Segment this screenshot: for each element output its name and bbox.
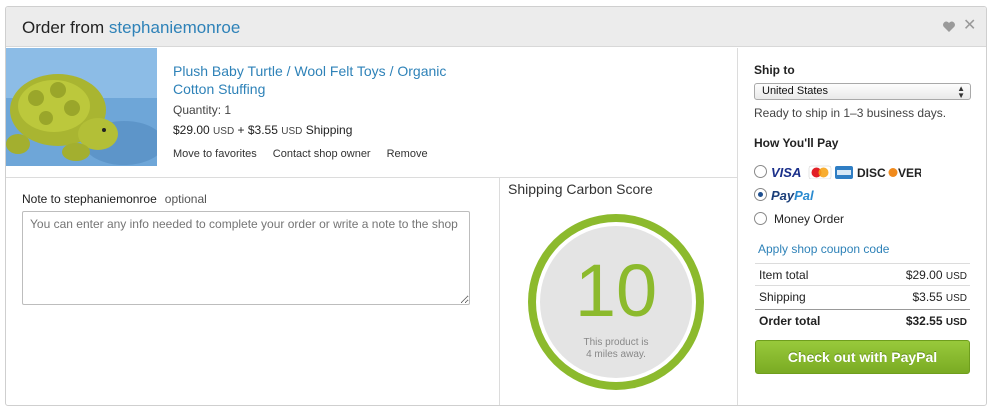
note-label: Note to stephaniemonroe optional [22, 192, 207, 206]
carbon-caption-line1: This product is [583, 337, 649, 348]
order-total-row: Order total $32.55 USD [755, 309, 970, 331]
credit-cards-icon: VISA DISC VER [771, 165, 921, 179]
checkout-sidebar: Ship to United States ▲ ▼ Ready to ship in… [737, 48, 986, 405]
item-price-currency: USD [213, 126, 235, 137]
item-total-value-cell: $29.00 USD [906, 268, 967, 282]
svg-text:VER: VER [898, 166, 921, 179]
order-title: Order from stephaniemonroe [22, 18, 240, 38]
carbon-caption-line2: 4 miles away. [586, 349, 646, 360]
order-total-currency: USD [945, 317, 967, 328]
paypal-logo-pal: Pal [794, 188, 814, 203]
heart-icon[interactable] [942, 20, 956, 34]
item-shipping-price: $3.55 [247, 123, 278, 137]
shipping-total-label: Shipping [759, 290, 806, 304]
paypal-logo: PayPal [771, 188, 814, 203]
money-order-label: Money Order [774, 212, 845, 226]
carbon-score-caption: This product is 4 miles away. [526, 337, 706, 361]
order-header: Order from stephaniemonroe ✕ [6, 7, 986, 47]
price-plus: + [234, 123, 248, 137]
shipping-total-value-cell: $3.55 USD [913, 290, 968, 304]
carbon-score-title: Shipping Carbon Score [508, 181, 653, 197]
item-total-label: Item total [759, 268, 809, 282]
ship-to-country-value: United States [762, 85, 829, 97]
select-arrows-icon: ▲ ▼ [957, 84, 965, 100]
ship-to-label: Ship to [754, 63, 795, 77]
order-total-value-cell: $32.55 USD [906, 314, 967, 328]
carbon-score-value: 10 [574, 249, 658, 332]
close-icon[interactable]: ✕ [963, 18, 976, 34]
note-optional-label: optional [164, 192, 207, 206]
item-actions: Move to favorites Contact shop owner Remov… [173, 148, 444, 160]
order-total-value: $32.55 [905, 314, 943, 328]
checkout-with-paypal-button[interactable]: Check out with PayPal [755, 340, 970, 374]
shipping-total-currency: USD [945, 293, 967, 304]
paypal-logo-pay: Pay [771, 188, 795, 203]
svg-text:VISA: VISA [771, 165, 801, 179]
apply-coupon-link[interactable]: Apply shop coupon code [758, 242, 889, 256]
item-divider [6, 177, 737, 178]
order-total-label: Order total [759, 314, 821, 328]
payment-label: How You'll Pay [754, 136, 839, 150]
item-total-value: $29.00 [905, 268, 943, 282]
money-order-radio[interactable] [754, 212, 767, 225]
item-total-row: Item total $29.00 USD [755, 263, 970, 285]
remove-item-link[interactable]: Remove [387, 148, 428, 160]
shipping-total-row: Shipping $3.55 USD [755, 285, 970, 307]
card-payment-radio[interactable] [754, 165, 767, 178]
item-thumbnail[interactable] [6, 48, 157, 166]
item-total-currency: USD [945, 271, 967, 282]
item-price-line: $29.00 USD + $3.55 USD Shipping [173, 123, 352, 137]
note-label-text: Note to stephaniemonroe [22, 192, 157, 206]
svg-text:DISC: DISC [857, 166, 886, 179]
move-to-favorites-link[interactable]: Move to favorites [173, 148, 257, 160]
cart-item-section: Plush Baby Turtle / Wool Felt Toys / Org… [6, 48, 737, 405]
item-shipping-currency: USD [281, 126, 303, 137]
item-quantity: Quantity: 1 [173, 103, 232, 117]
item-price: $29.00 [173, 123, 210, 137]
order-title-prefix: Order from [22, 18, 109, 37]
item-shipping-label: Shipping [302, 123, 353, 137]
shipping-total-value: $3.55 [912, 290, 943, 304]
paypal-payment-radio[interactable] [754, 188, 767, 201]
ship-to-country-select[interactable]: United States ▲ ▼ [754, 83, 971, 100]
note-carbon-divider [499, 178, 500, 405]
contact-shop-owner-link[interactable]: Contact shop owner [273, 148, 371, 160]
shop-name-link[interactable]: stephaniemonroe [109, 18, 240, 37]
item-title-link[interactable]: Plush Baby Turtle / Wool Felt Toys / Org… [173, 62, 473, 98]
ready-to-ship-text: Ready to ship in 1–3 business days. [754, 106, 947, 120]
order-card: Order from stephaniemonroe ✕ Plush Baby … [5, 6, 987, 406]
note-to-seller-input[interactable] [22, 211, 470, 305]
